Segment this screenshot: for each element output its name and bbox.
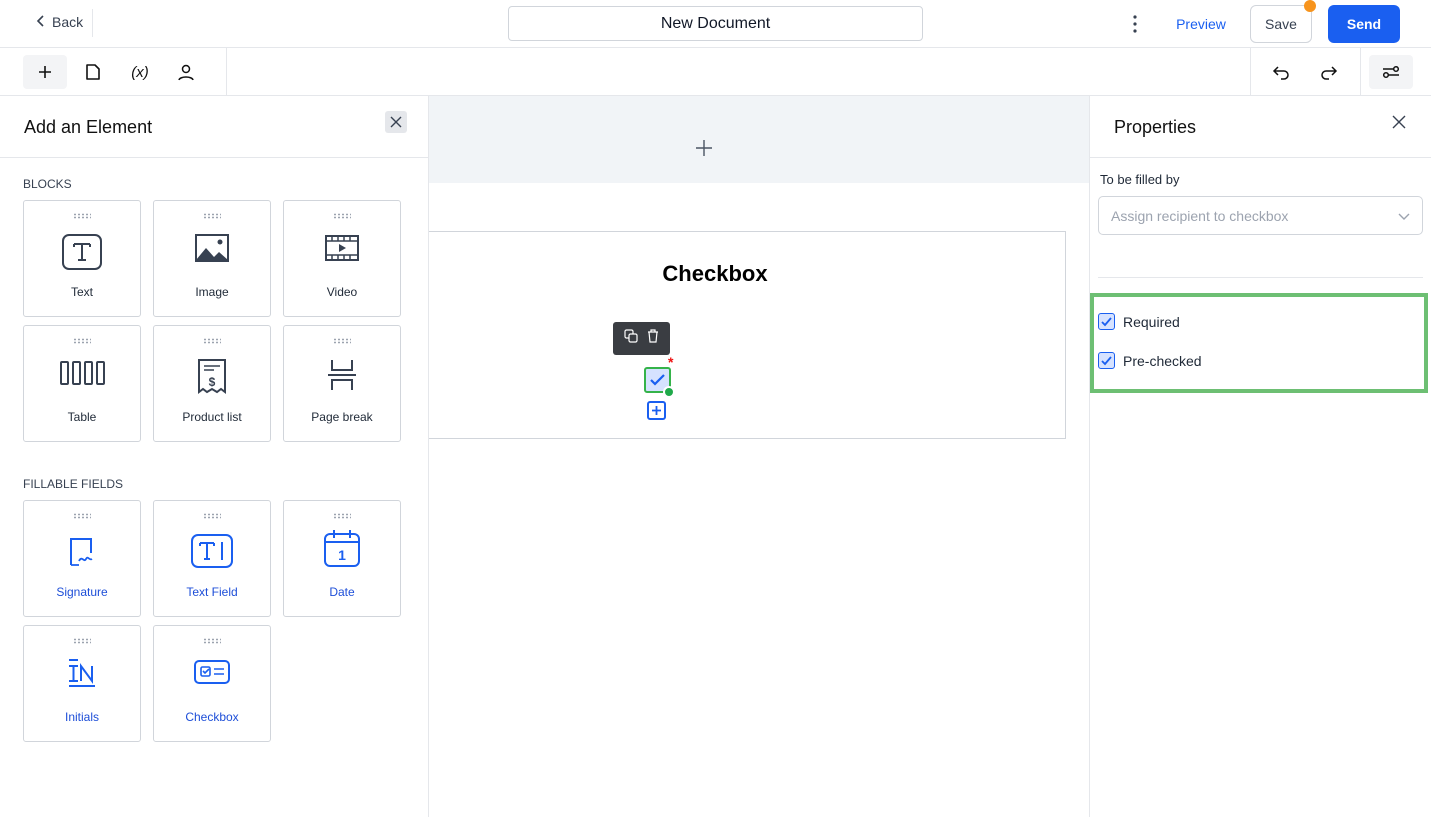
signature-icon xyxy=(70,538,93,566)
user-icon[interactable] xyxy=(164,55,208,89)
drag-handle-icon xyxy=(73,338,91,344)
drag-handle-icon xyxy=(73,213,91,219)
toolbar xyxy=(0,48,1431,96)
plus-icon[interactable] xyxy=(23,55,67,89)
block-video[interactable]: Video xyxy=(283,200,401,317)
initials-icon xyxy=(69,659,95,687)
divider xyxy=(92,9,93,37)
preview-button[interactable]: Preview xyxy=(1170,6,1232,41)
add-section-area[interactable] xyxy=(429,96,1089,183)
add-section-plus-icon[interactable] xyxy=(695,139,713,162)
drag-handle-icon xyxy=(203,638,221,644)
field-checkbox[interactable]: Checkbox xyxy=(153,625,271,742)
blocks-heading: BLOCKS xyxy=(23,177,72,191)
text-icon xyxy=(62,234,102,270)
block-product-list[interactable]: $ Product list xyxy=(153,325,271,442)
send-button[interactable]: Send xyxy=(1328,5,1400,43)
add-checkbox-plus-icon[interactable] xyxy=(647,401,666,420)
drag-handle-icon xyxy=(73,513,91,519)
drag-handle-icon xyxy=(203,213,221,219)
trash-icon[interactable] xyxy=(647,329,659,348)
undo-icon[interactable] xyxy=(1260,55,1304,89)
panel-title: Add an Element xyxy=(24,117,153,137)
back-button[interactable]: Back xyxy=(36,14,83,30)
divider xyxy=(226,48,227,96)
drag-handle-icon xyxy=(333,338,351,344)
drag-handle-icon xyxy=(73,638,91,644)
save-button[interactable]: Save xyxy=(1250,5,1312,43)
filled-by-label: To be filled by xyxy=(1100,172,1180,187)
svg-text:$: $ xyxy=(209,375,216,389)
required-marker: * xyxy=(668,354,674,370)
duplicate-icon[interactable] xyxy=(624,329,638,348)
svg-text:1: 1 xyxy=(338,547,346,563)
more-options-icon[interactable] xyxy=(1128,14,1142,34)
field-date[interactable]: 1 Date xyxy=(283,500,401,617)
divider xyxy=(1090,157,1431,158)
redo-icon[interactable] xyxy=(1306,55,1350,89)
recipient-select[interactable]: Assign recipient to checkbox xyxy=(1098,196,1423,235)
drag-handle-icon xyxy=(333,213,351,219)
fillable-heading: FILLABLE FIELDS xyxy=(23,477,124,491)
divider xyxy=(0,157,428,158)
settings-sliders-icon[interactable] xyxy=(1369,55,1413,89)
text-field-icon xyxy=(191,534,233,568)
table-icon xyxy=(60,361,105,385)
block-table[interactable]: Table xyxy=(23,325,141,442)
image-icon xyxy=(195,234,229,262)
calendar-icon: 1 xyxy=(324,530,360,567)
field-text-field[interactable]: Text Field xyxy=(153,500,271,617)
pre-checked-checkbox[interactable]: Pre-checked xyxy=(1098,352,1202,369)
document-icon[interactable] xyxy=(71,55,115,89)
page-break-icon xyxy=(328,360,356,390)
receipt-icon: $ xyxy=(198,359,226,394)
divider xyxy=(1098,277,1423,278)
checkbox-checked-icon xyxy=(1098,352,1115,369)
checkbox-checked-icon xyxy=(1098,313,1115,330)
divider xyxy=(1360,48,1361,96)
recipient-status-dot xyxy=(663,386,675,398)
checkbox-icon xyxy=(194,660,230,684)
drag-handle-icon xyxy=(203,338,221,344)
close-icon[interactable] xyxy=(1392,115,1406,134)
drag-handle-icon xyxy=(333,513,351,519)
video-icon xyxy=(325,235,359,261)
field-signature[interactable]: Signature xyxy=(23,500,141,617)
field-initials[interactable]: Initials xyxy=(23,625,141,742)
chevron-left-icon xyxy=(36,14,46,30)
variable-icon[interactable]: (x) xyxy=(118,55,162,89)
unsaved-indicator xyxy=(1304,0,1316,12)
field-action-toolbar xyxy=(613,322,670,355)
divider xyxy=(1250,48,1251,96)
block-image[interactable]: Image xyxy=(153,200,271,317)
chevron-down-icon xyxy=(1398,208,1410,224)
required-checkbox[interactable]: Required xyxy=(1098,313,1180,330)
drag-handle-icon xyxy=(203,513,221,519)
properties-title: Properties xyxy=(1114,117,1197,137)
block-page-break[interactable]: Page break xyxy=(283,325,401,442)
close-icon[interactable] xyxy=(385,111,407,133)
block-title: Checkbox xyxy=(662,261,768,286)
block-text[interactable]: Text xyxy=(23,200,141,317)
options-highlight xyxy=(1090,293,1428,393)
document-title-input[interactable]: New Document xyxy=(508,6,923,41)
